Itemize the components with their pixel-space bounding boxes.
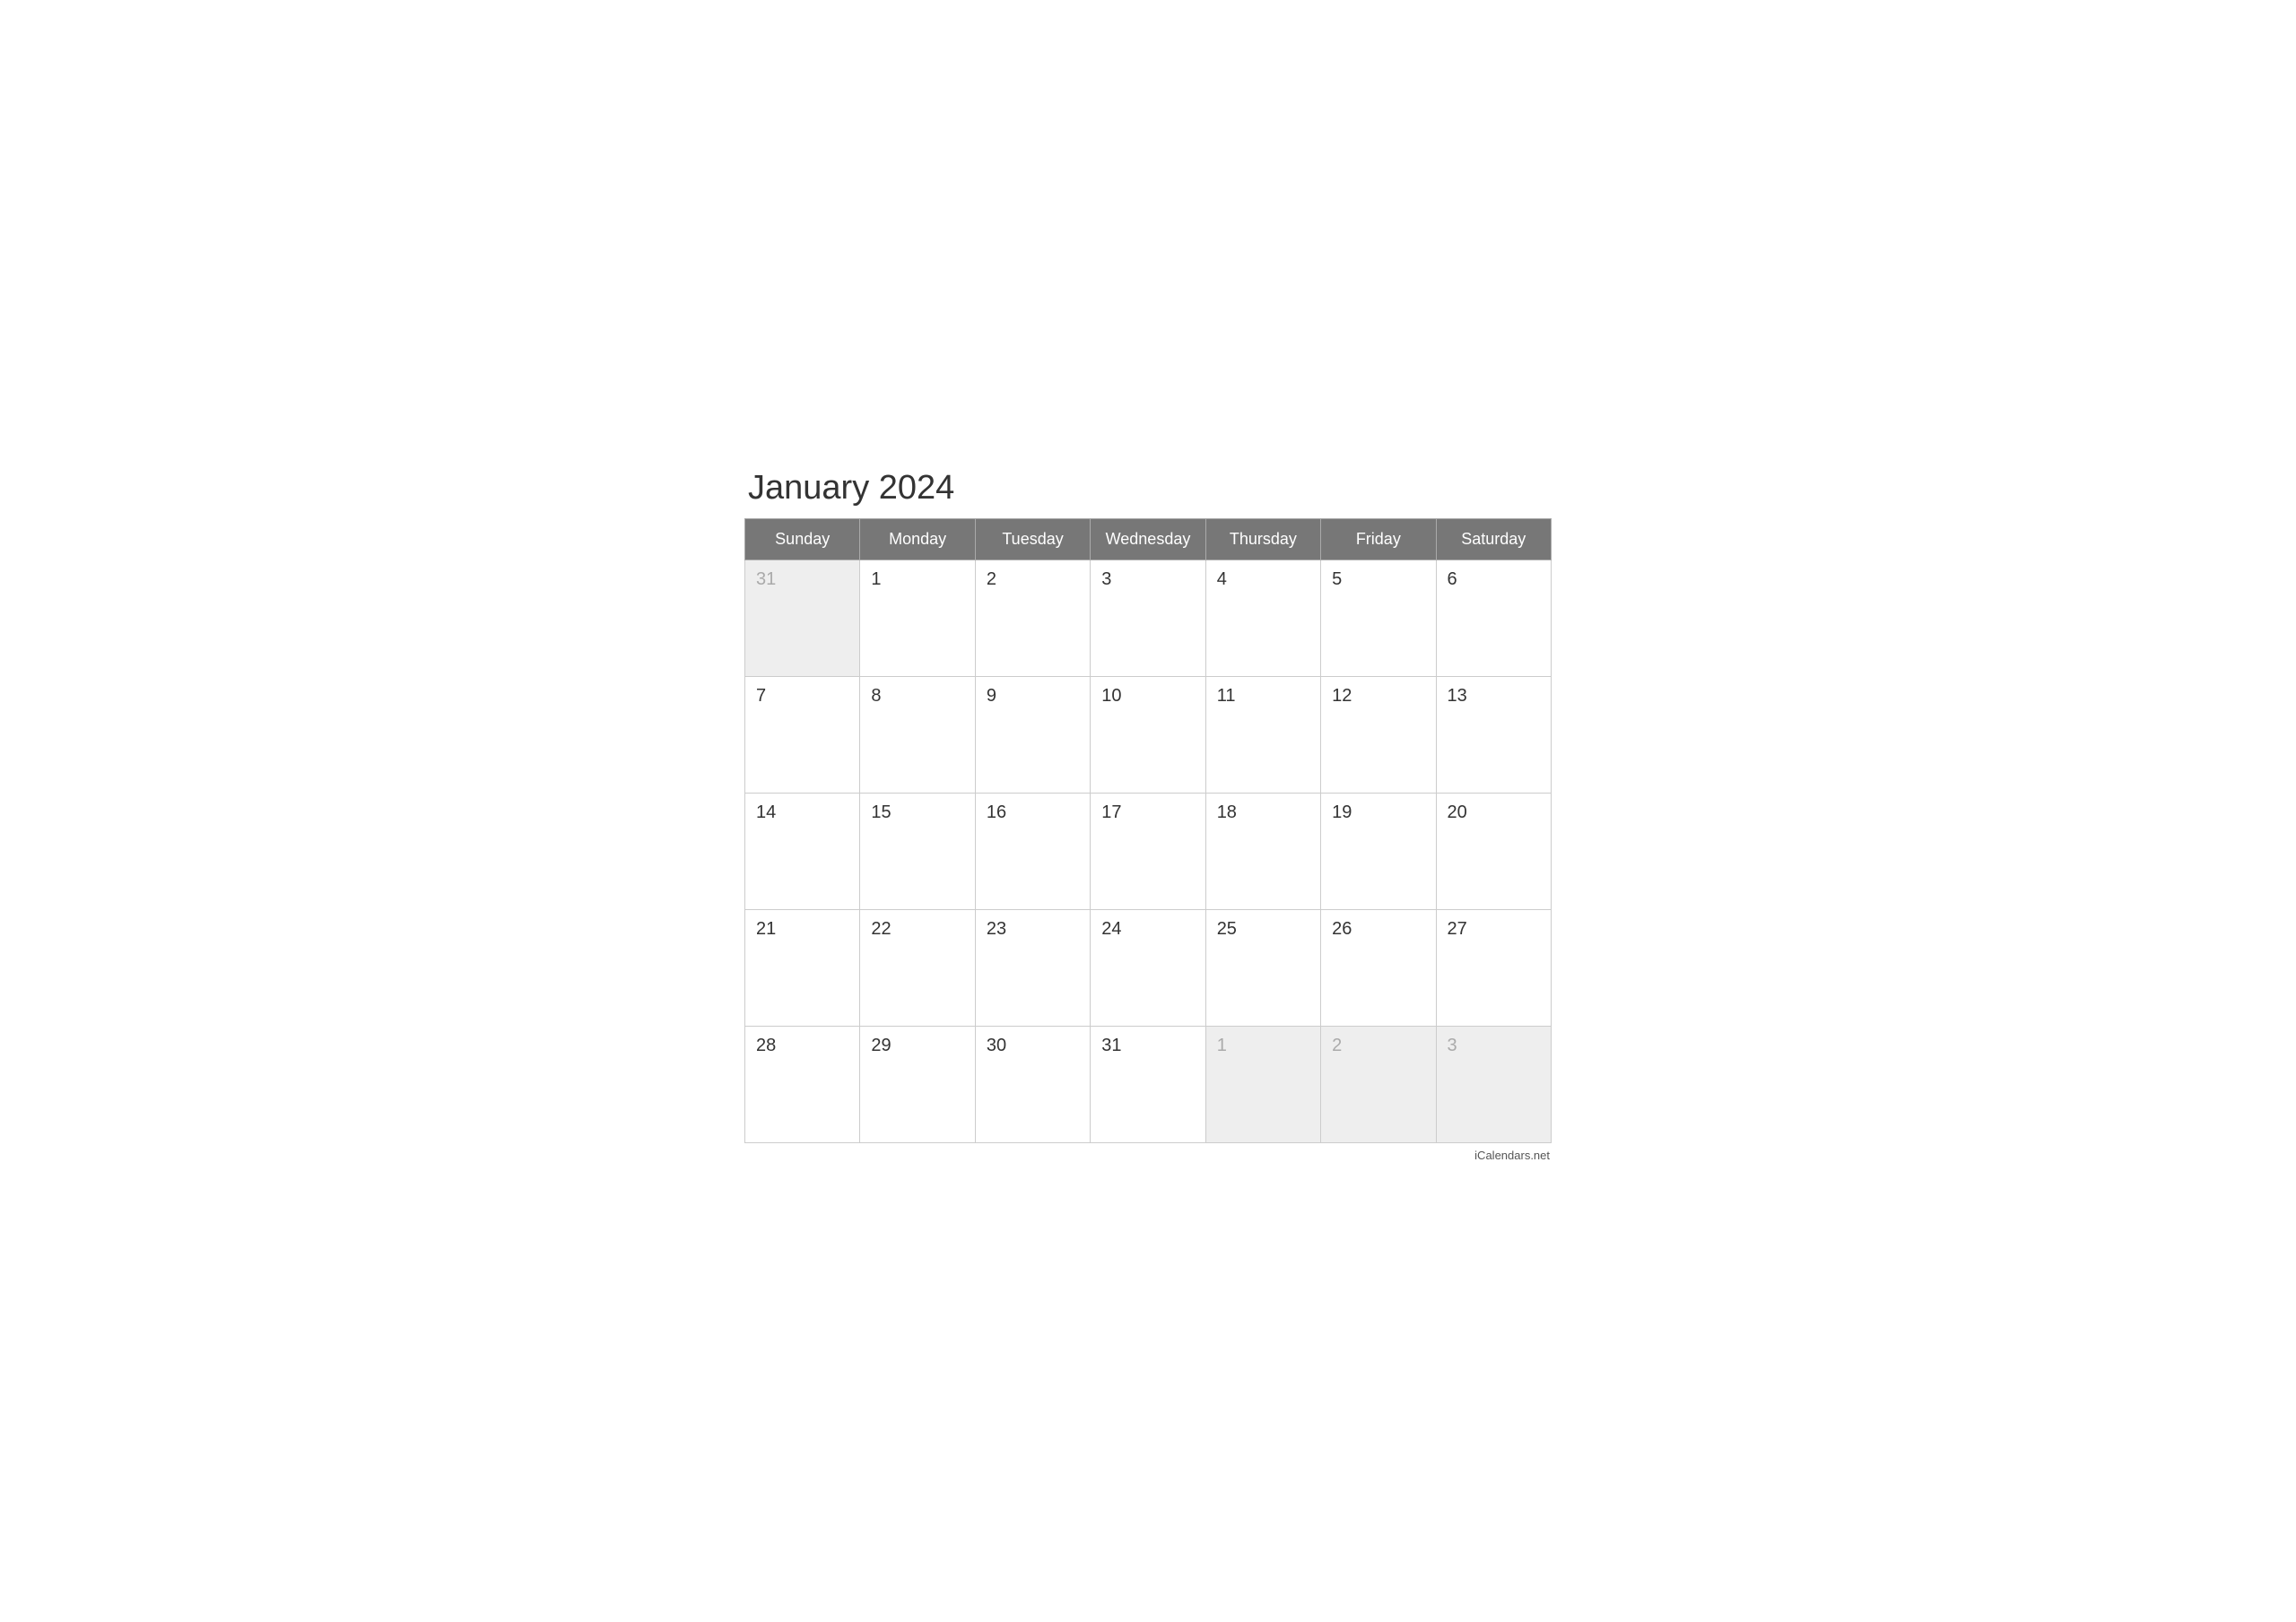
calendar-day[interactable]: 28 <box>745 1027 860 1143</box>
calendar-day[interactable]: 4 <box>1205 560 1320 677</box>
calendar-day[interactable]: 15 <box>860 794 975 910</box>
calendar-day[interactable]: 12 <box>1321 677 1436 794</box>
calendar-day[interactable]: 27 <box>1436 910 1551 1027</box>
week-row-4: 28293031123 <box>745 1027 1552 1143</box>
header-day-friday: Friday <box>1321 519 1436 560</box>
calendar-table: SundayMondayTuesdayWednesdayThursdayFrid… <box>744 518 1552 1143</box>
calendar-day[interactable]: 2 <box>975 560 1090 677</box>
calendar-day[interactable]: 24 <box>1091 910 1205 1027</box>
calendar-day[interactable]: 22 <box>860 910 975 1027</box>
calendar-day[interactable]: 19 <box>1321 794 1436 910</box>
header-row: SundayMondayTuesdayWednesdayThursdayFrid… <box>745 519 1552 560</box>
calendar-day[interactable]: 23 <box>975 910 1090 1027</box>
calendar-day[interactable]: 13 <box>1436 677 1551 794</box>
week-row-1: 78910111213 <box>745 677 1552 794</box>
week-row-0: 31123456 <box>745 560 1552 677</box>
calendar-title: January 2024 <box>744 469 1552 507</box>
calendar-day[interactable]: 1 <box>1205 1027 1320 1143</box>
calendar-day[interactable]: 29 <box>860 1027 975 1143</box>
calendar-day[interactable]: 21 <box>745 910 860 1027</box>
calendar-day[interactable]: 16 <box>975 794 1090 910</box>
calendar-day[interactable]: 6 <box>1436 560 1551 677</box>
header-day-thursday: Thursday <box>1205 519 1320 560</box>
calendar-day[interactable]: 18 <box>1205 794 1320 910</box>
calendar-day[interactable]: 30 <box>975 1027 1090 1143</box>
calendar-day[interactable]: 14 <box>745 794 860 910</box>
calendar-day[interactable]: 31 <box>745 560 860 677</box>
calendar-day[interactable]: 17 <box>1091 794 1205 910</box>
watermark: iCalendars.net <box>744 1149 1552 1162</box>
calendar-day[interactable]: 10 <box>1091 677 1205 794</box>
calendar-day[interactable]: 5 <box>1321 560 1436 677</box>
calendar-day[interactable]: 9 <box>975 677 1090 794</box>
calendar-container: January 2024 SundayMondayTuesdayWednesda… <box>718 442 1578 1180</box>
calendar-day[interactable]: 2 <box>1321 1027 1436 1143</box>
calendar-day[interactable]: 31 <box>1091 1027 1205 1143</box>
header-day-monday: Monday <box>860 519 975 560</box>
calendar-day[interactable]: 26 <box>1321 910 1436 1027</box>
header-day-sunday: Sunday <box>745 519 860 560</box>
calendar-day[interactable]: 7 <box>745 677 860 794</box>
calendar-day[interactable]: 3 <box>1436 1027 1551 1143</box>
header-day-wednesday: Wednesday <box>1091 519 1205 560</box>
calendar-day[interactable]: 1 <box>860 560 975 677</box>
week-row-2: 14151617181920 <box>745 794 1552 910</box>
header-day-tuesday: Tuesday <box>975 519 1090 560</box>
calendar-day[interactable]: 25 <box>1205 910 1320 1027</box>
calendar-day[interactable]: 8 <box>860 677 975 794</box>
calendar-day[interactable]: 20 <box>1436 794 1551 910</box>
calendar-day[interactable]: 3 <box>1091 560 1205 677</box>
calendar-day[interactable]: 11 <box>1205 677 1320 794</box>
week-row-3: 21222324252627 <box>745 910 1552 1027</box>
header-day-saturday: Saturday <box>1436 519 1551 560</box>
